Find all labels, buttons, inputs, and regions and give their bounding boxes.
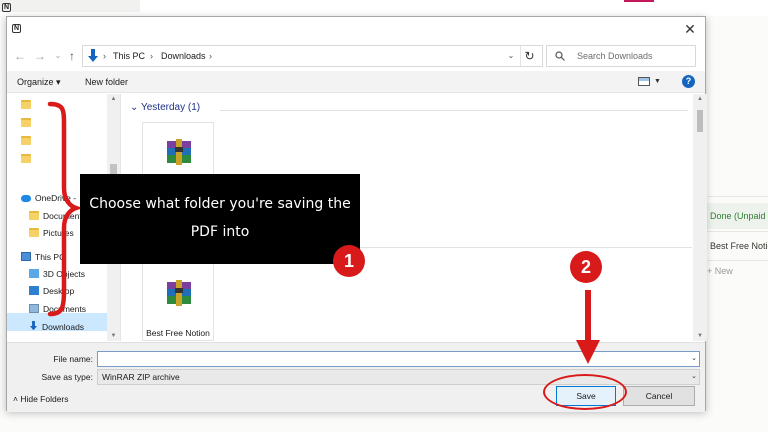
- chevron-down-icon[interactable]: ⌄: [691, 370, 697, 384]
- red-circle-annotation: [543, 374, 627, 410]
- search-input[interactable]: Search Downloads: [546, 45, 696, 67]
- file-name: Best Free Notion: [146, 328, 210, 338]
- forward-arrow-icon[interactable]: →: [33, 48, 47, 64]
- folder-icon: [29, 228, 39, 237]
- folder-icon: [21, 136, 31, 145]
- content-scrollbar[interactable]: ▲ ▼: [693, 94, 707, 341]
- step-badge-2: 2: [570, 251, 602, 283]
- folder-icon: [29, 211, 39, 220]
- chevron-down-icon: ⌄: [130, 102, 141, 113]
- step-badge-1: 1: [333, 245, 365, 277]
- computer-icon: [21, 252, 31, 261]
- app-icon: N: [12, 24, 21, 33]
- background-divider: [707, 196, 768, 197]
- organize-button[interactable]: Organize ▾: [17, 71, 61, 93]
- callout-box: Choose what folder you're saving the PDF…: [80, 174, 360, 264]
- winrar-archive-icon: [167, 139, 191, 165]
- up-arrow-icon[interactable]: ↑: [65, 48, 79, 64]
- red-arrow-annotation: [576, 290, 600, 364]
- refresh-icon[interactable]: ↻: [520, 46, 538, 66]
- scroll-down-icon[interactable]: ▼: [693, 331, 707, 341]
- documents-icon: [29, 304, 39, 313]
- cloud-icon: [21, 195, 31, 202]
- save-as-type-label: Save as type:: [41, 372, 93, 382]
- hide-folders-button[interactable]: ˄ Hide Folders: [13, 394, 69, 404]
- breadcrumb-separator: ›: [209, 51, 212, 61]
- folder-icon: [21, 154, 31, 163]
- background-accent: [624, 0, 654, 2]
- download-arrow-icon: [88, 49, 98, 62]
- file-name-label: File name:: [53, 354, 93, 364]
- nav-item-folder[interactable]: [21, 133, 35, 149]
- desktop-icon: [29, 286, 39, 295]
- cube-icon: [29, 269, 39, 278]
- dialog-titlebar: N ✕: [7, 17, 705, 41]
- nav-item-downloads[interactable]: Downloads: [29, 319, 84, 335]
- recent-dropdown-icon[interactable]: ⌄: [51, 48, 65, 64]
- nav-item-folder[interactable]: [21, 115, 35, 131]
- new-folder-button[interactable]: New folder: [85, 71, 128, 93]
- breadcrumb-downloads[interactable]: Downloads: [161, 46, 206, 66]
- search-placeholder: Search Downloads: [577, 51, 653, 61]
- nav-item-folder[interactable]: [21, 151, 35, 167]
- breadcrumb-this-pc[interactable]: This PC: [113, 46, 145, 66]
- nav-item-folder[interactable]: [21, 97, 35, 113]
- breadcrumb-separator: ›: [150, 51, 153, 61]
- background-status-cell: Done (Unpaid: [707, 203, 768, 229]
- chevron-down-icon[interactable]: ⌄: [691, 352, 697, 366]
- group-divider: [220, 110, 688, 111]
- background-page-item[interactable]: Best Free Notio: [707, 234, 768, 258]
- background-new-button[interactable]: + New: [707, 266, 733, 276]
- download-arrow-icon: [29, 320, 38, 331]
- background-divider: [707, 231, 768, 232]
- help-icon[interactable]: ?: [682, 75, 695, 88]
- cancel-button[interactable]: Cancel: [623, 386, 695, 406]
- winrar-archive-icon: [167, 280, 191, 306]
- app-icon: N: [2, 3, 11, 12]
- background-tab-strip: [0, 0, 140, 12]
- file-name-field[interactable]: ⌄: [97, 351, 700, 367]
- scroll-down-icon[interactable]: ▼: [107, 331, 120, 341]
- background-divider: [707, 260, 768, 261]
- breadcrumb-separator: ›: [103, 51, 106, 61]
- address-bar[interactable]: › This PC › Downloads › ⌄ ↻: [82, 45, 543, 67]
- folder-icon: [21, 118, 31, 127]
- scroll-up-icon[interactable]: ▲: [693, 94, 707, 104]
- search-icon: [555, 51, 565, 61]
- group-header[interactable]: ⌄ Yesterday (1): [130, 102, 200, 113]
- scroll-up-icon[interactable]: ▲: [107, 94, 120, 104]
- address-row: ← → ⌄ ↑ › This PC › Downloads › ⌄ ↻ Sear…: [7, 44, 705, 68]
- back-arrow-icon[interactable]: ←: [13, 48, 27, 64]
- command-toolbar: Organize ▾ New folder ▼ ?: [7, 71, 705, 93]
- chevron-down-icon[interactable]: ⌄: [504, 46, 518, 66]
- close-button[interactable]: ✕: [681, 20, 699, 38]
- red-brace-annotation: [47, 101, 82, 317]
- folder-icon: [21, 100, 31, 109]
- chevron-down-icon[interactable]: ▼: [654, 71, 661, 93]
- view-options-icon[interactable]: [638, 77, 650, 86]
- content-scroll-thumb[interactable]: [697, 110, 703, 132]
